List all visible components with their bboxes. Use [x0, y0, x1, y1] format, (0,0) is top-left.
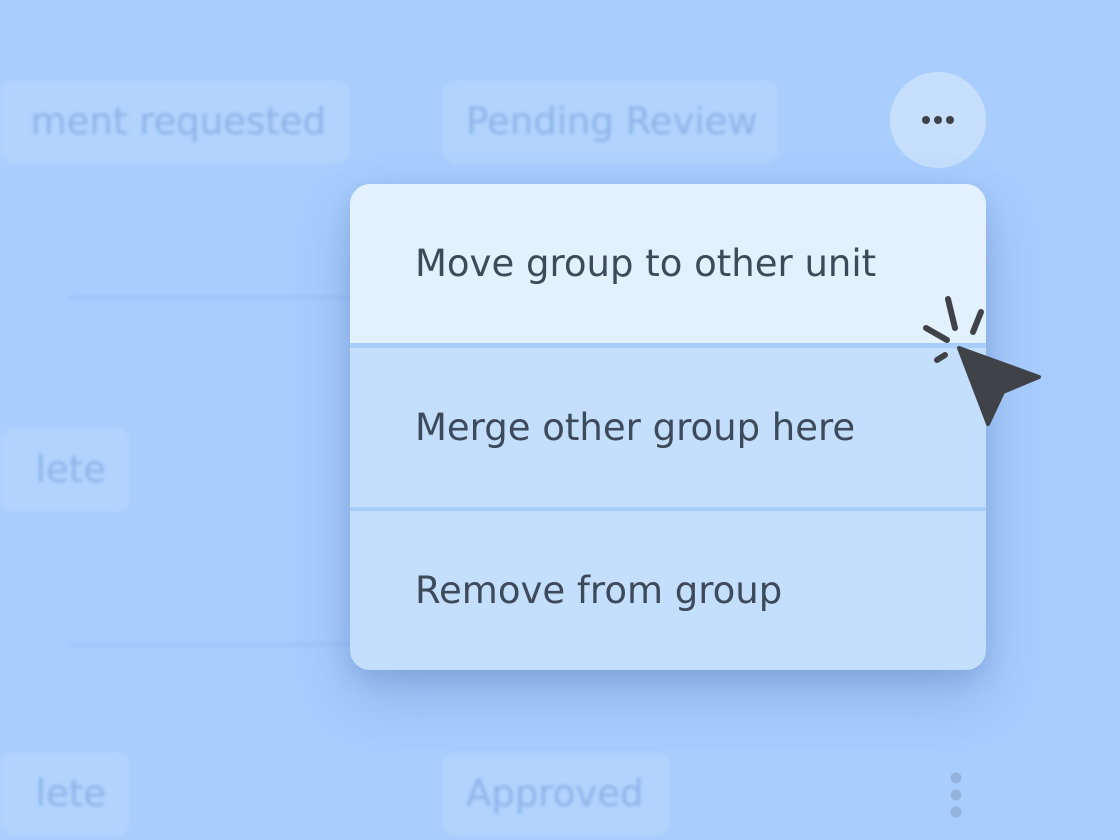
review-chip-text: Pending Review: [466, 100, 758, 143]
status-chip-row-1: ment requested: [0, 80, 350, 164]
menu-item-remove-from-group[interactable]: Remove from group: [350, 511, 986, 670]
status-chip-text: ment requested: [30, 100, 326, 143]
status-chip-row-2: lete: [0, 428, 130, 512]
status-chip-text: lete: [35, 772, 106, 815]
menu-item-move-group[interactable]: Move group to other unit: [350, 184, 986, 343]
menu-item-label: Merge other group here: [415, 406, 856, 449]
review-chip-row-3: Approved: [442, 752, 670, 836]
more-options-button[interactable]: [890, 72, 986, 168]
menu-item-label: Move group to other unit: [415, 242, 877, 285]
row-menu-button[interactable]: [946, 772, 966, 818]
row-divider: [70, 296, 370, 299]
row-divider: [70, 643, 370, 646]
status-chip-text: lete: [35, 448, 106, 491]
more-horizontal-icon: [922, 116, 954, 124]
menu-item-merge-group[interactable]: Merge other group here: [350, 348, 986, 507]
review-chip-row-1: Pending Review: [442, 80, 778, 164]
review-chip-text: Approved: [466, 772, 644, 815]
menu-item-label: Remove from group: [415, 569, 783, 612]
status-chip-row-3: lete: [0, 752, 130, 836]
context-menu: Move group to other unit Merge other gro…: [350, 184, 986, 670]
more-vertical-icon: [950, 772, 962, 818]
